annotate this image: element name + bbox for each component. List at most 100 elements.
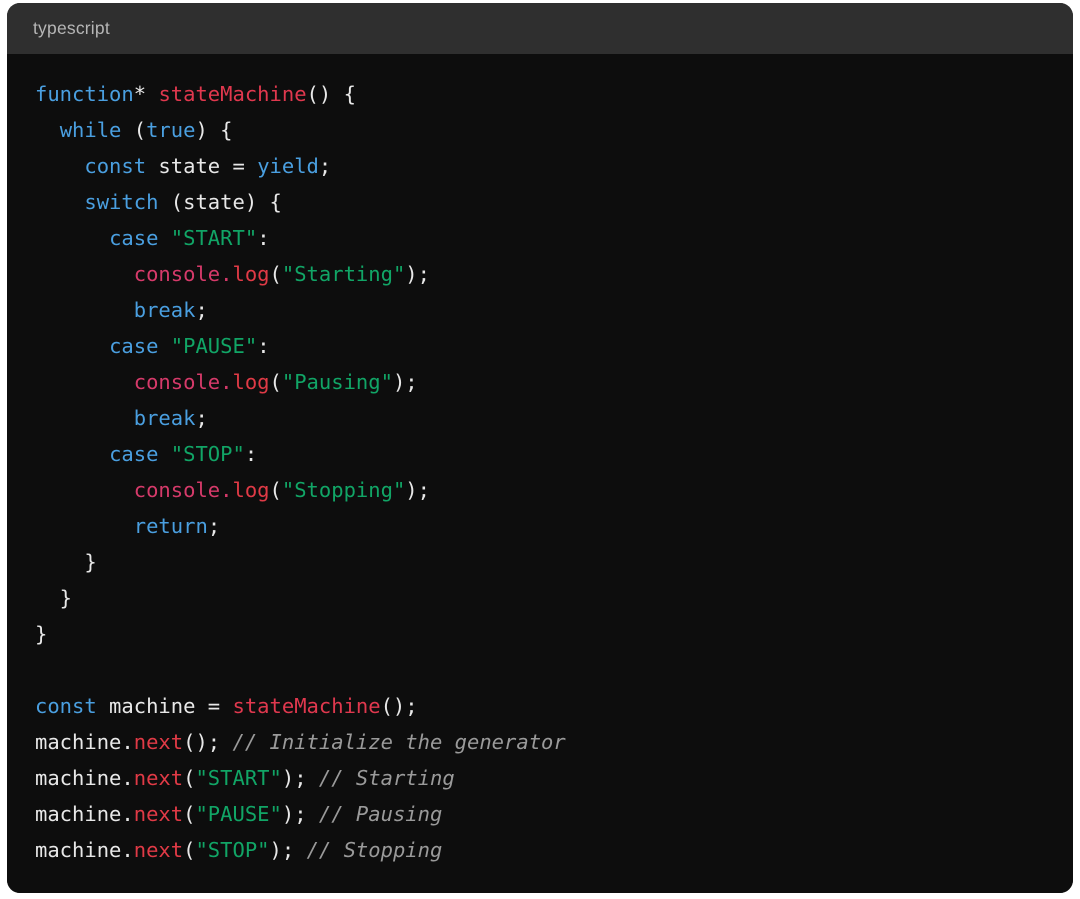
code-token-comment: // Starting [318,766,455,790]
code-token-punct [158,334,170,358]
code-line: machine.next("PAUSE"); // Pausing [7,796,1073,832]
code-token-method: next [133,802,184,826]
code-token-plain: machine = [96,694,233,718]
code-line: function* stateMachine() { [7,76,1073,112]
code-line: while (true) { [7,112,1073,148]
code-token-punct [35,154,84,178]
code-token-str: "START" [195,766,282,790]
code-token-punct: ; [195,298,208,322]
code-line: machine.next(); // Initialize the genera… [7,724,1073,760]
code-token-punct: ; [195,406,208,430]
code-token-punct: ); [281,766,319,790]
code-token-punct: ( [183,766,196,790]
code-token-punct: : [244,442,258,466]
code-line: } [7,580,1073,616]
code-token-punct: ; [207,514,221,538]
code-token-punct: ); [405,262,430,286]
code-token-kw: case [109,442,159,466]
code-token-comment: // Stopping [306,838,443,862]
code-line: switch (state) { [7,184,1073,220]
code-token-plain: . [121,766,134,790]
code-token-str: "PAUSE" [195,802,282,826]
code-block-header: typescript [7,3,1073,54]
code-token-punct [35,406,134,430]
code-token-punct [35,262,134,286]
code-token-punct: ; [318,154,332,178]
code-line: case "STOP": [7,436,1073,472]
code-token-punct: ( [269,370,282,394]
code-token-punct [35,298,134,322]
code-block-panel: typescript function* stateMachine() { wh… [7,3,1073,893]
code-line: machine.next("START"); // Starting [7,760,1073,796]
code-line: machine.next("STOP"); // Stopping [7,832,1073,868]
code-token-punct: (); [183,730,233,754]
code-line: case "START": [7,220,1073,256]
code-line: case "PAUSE": [7,328,1073,364]
code-token-plain: state = [146,154,258,178]
code-token-punct [158,226,170,250]
code-token-plain: . [121,730,134,754]
code-token-punct: : [257,334,270,358]
code-token-punct [35,190,84,214]
language-label: typescript [33,18,110,38]
code-token-kw: const [84,154,147,178]
code-token-str: "START" [170,226,258,250]
code-line: } [7,544,1073,580]
code-token-punct: ); [281,802,319,826]
code-line: console.log("Starting"); [7,256,1073,292]
code-token-punct [35,442,109,466]
code-token-punct [35,478,134,502]
code-token-punct [35,514,134,538]
code-token-plain: machine [35,802,122,826]
code-token-fn: stateMachine [158,82,307,106]
code-token-plain: machine [35,838,122,862]
code-token-punct: ( [121,118,147,142]
code-token-comment: // Initialize the generator [232,730,566,754]
code-token-str: "Pausing" [281,370,393,394]
code-line: const machine = stateMachine(); [7,688,1073,724]
code-token-method: log [232,478,270,502]
code-token-kw: break [133,406,196,430]
code-token-punct: : [257,226,270,250]
code-token-method: log [232,262,270,286]
code-token-str: "Stopping" [281,478,406,502]
code-token-punct [158,442,170,466]
code-token-kw: function [35,82,134,106]
code-token-str: "STOP" [170,442,245,466]
code-token-plain: (state) { [158,190,282,214]
code-token-kw: yield [257,154,319,178]
code-token-obj: console [133,478,221,502]
code-token-comment: // Pausing [318,802,443,826]
code-token-plain: machine [35,766,122,790]
code-token-obj: console [133,370,221,394]
code-token-kw: case [109,226,159,250]
code-token-obj: . [220,370,233,394]
code-line: console.log("Pausing"); [7,364,1073,400]
code-token-method: next [133,838,184,862]
code-token-punct [35,334,109,358]
code-content[interactable]: function* stateMachine() { while (true) … [7,54,1073,893]
code-token-kw: while [59,118,122,142]
code-token-punct: ); [269,838,307,862]
code-token-punct: ); [392,370,418,394]
code-line: return; [7,508,1073,544]
code-token-punct: ( [269,262,282,286]
code-token-plain: . [121,838,134,862]
code-line: console.log("Stopping"); [7,472,1073,508]
code-token-punct [35,118,60,142]
code-token-fn: stateMachine [232,694,381,718]
code-token-punct: ( [183,802,196,826]
code-token-str: "STOP" [195,838,270,862]
code-token-method: next [133,730,184,754]
code-token-method: log [232,370,270,394]
code-token-punct: * [133,82,159,106]
code-token-kw: case [109,334,159,358]
code-token-punct: } [35,550,97,574]
code-token-obj: . [220,478,233,502]
code-token-plain: machine [35,730,122,754]
code-token-punct: ( [183,838,196,862]
code-token-kw: return [133,514,208,538]
code-token-kw: break [133,298,196,322]
code-token-str: "PAUSE" [170,334,258,358]
